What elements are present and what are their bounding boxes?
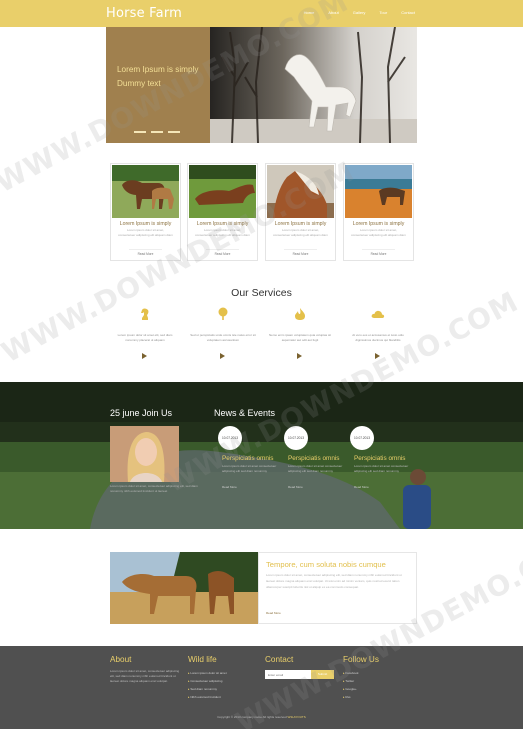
hero-slider: Lorem Ipsum is simply Dummy text (106, 27, 417, 143)
news-heading: News & Events (214, 408, 276, 418)
card-2: Lorem Ipsum is simply Lorem ipsum dolor … (187, 163, 258, 261)
nav-item-about[interactable]: About (328, 10, 338, 15)
card-title[interactable]: Lorem Ipsum is simply (188, 221, 257, 227)
event-date-badge: 10.07.2013 (284, 426, 308, 450)
card-image-horse-lake (345, 165, 412, 218)
card-read-more[interactable]: Read More (129, 249, 162, 257)
social-link[interactable]: Google+ (343, 685, 359, 693)
footer-link[interactable]: Lorem ipsum dolor sit amet (188, 669, 226, 677)
nav-item-contact[interactable]: Contact (401, 10, 415, 15)
main-nav: Home About Gallery Tour Contact (304, 10, 415, 15)
slider-pagination (134, 131, 180, 133)
card-text: Lorem ipsum dolor sit amet, consectetuer… (118, 228, 173, 237)
footer-wild-list: Lorem ipsum dolor sit amet Consectetuer … (188, 669, 227, 701)
tree-icon (218, 307, 228, 320)
fire-icon (295, 308, 305, 320)
footer-about-text: Lorem ipsum dolor sit amet, consectetuer… (110, 669, 180, 683)
card-read-more[interactable]: Read More (362, 249, 395, 257)
social-link[interactable]: Facebook (343, 669, 358, 677)
social-link[interactable]: Rss (343, 693, 359, 701)
nav-item-gallery[interactable]: Gallery (353, 10, 366, 15)
footer-link[interactable]: Consectetuer adipiscing (188, 677, 227, 685)
event-date-badge: 10.07.2013 (350, 426, 374, 450)
card-read-more[interactable]: Read More (206, 249, 239, 257)
card-text: Lorem ipsum dolor sit amet, consectetuer… (195, 228, 250, 237)
slider-dot[interactable] (134, 131, 146, 133)
card-3: Lorem Ipsum is simply Lorem ipsum dolor … (265, 163, 336, 261)
footer-link[interactable]: Nibh euismod tincidunt (188, 693, 227, 701)
newsletter-submit-button[interactable]: Submit (311, 670, 334, 679)
card-1: Lorem Ipsum is simply Lorem ipsum dolor … (110, 163, 181, 261)
cloud-icon (371, 310, 385, 318)
top-header (0, 0, 523, 27)
event-read-more[interactable]: Read More (222, 485, 237, 489)
card-text: Lorem ipsum dolor sit amet, consectetuer… (351, 228, 406, 237)
slider-dot[interactable] (151, 131, 163, 133)
play-arrow-icon[interactable] (297, 353, 302, 359)
card-title[interactable]: Lorem Ipsum is simply (111, 221, 180, 227)
footer-link[interactable]: Sed diam nonummy (188, 685, 227, 693)
horse-chess-icon (141, 308, 149, 320)
event-text: Lorem ipsum dolor sit amet consectetuer … (354, 464, 409, 473)
event-read-more[interactable]: Read More (288, 485, 303, 489)
about-image-horses (110, 552, 258, 624)
nav-item-home[interactable]: Home (304, 10, 315, 15)
service-text: At vero eos et accusamus et iusto odio d… (352, 333, 404, 342)
footer-contact-title: Contact (265, 655, 294, 664)
nav-item-tour[interactable]: Tour (379, 10, 387, 15)
newsletter-email-input[interactable] (265, 670, 311, 679)
card-title[interactable]: Lorem Ipsum is simply (344, 221, 413, 227)
hero-image (210, 27, 417, 143)
hero-caption-box: Lorem Ipsum is simply Dummy text (106, 27, 210, 143)
event-title[interactable]: Perspiciatis omnis (354, 455, 424, 462)
social-link[interactable]: Twitter (343, 677, 359, 685)
event-text: Lorem ipsum dolor sit amet consectetuer … (222, 464, 277, 473)
card-read-more[interactable]: Read More (284, 249, 317, 257)
hero-caption: Lorem Ipsum is simply Dummy text (117, 65, 199, 88)
join-heading: 25 june Join Us (110, 408, 173, 418)
service-text: Sed ut perspiciatis unde omnis iste natu… (190, 333, 256, 342)
site-logo[interactable]: Horse Farm (106, 6, 182, 21)
event-date-badge: 10.07.2013 (218, 426, 242, 450)
card-image-horses-pasture (112, 165, 179, 218)
card-image-horse-lying (189, 165, 256, 218)
event-text: Lorem ipsum dolor sit amet consectetuer … (288, 464, 343, 473)
copyright-text: Copyright © 2013 company name All rights… (217, 715, 287, 719)
card-image-horse-head (267, 165, 334, 218)
play-arrow-icon[interactable] (375, 353, 380, 359)
play-arrow-icon[interactable] (142, 353, 147, 359)
card-title[interactable]: Lorem Ipsum is simply (266, 221, 335, 227)
card-text: Lorem ipsum dolor sit amet, consectetuer… (273, 228, 328, 237)
event-title[interactable]: Perspiciatis omnis (288, 455, 358, 462)
event-title[interactable]: Perspiciatis omnis (222, 455, 292, 462)
about-text: Lorem ipsum dolor sit amet, consectetuer… (266, 573, 402, 589)
about-heading: Tempore, cum soluta nobis cumque (266, 560, 386, 569)
about-read-more[interactable]: Read More (266, 611, 281, 615)
footer-follow-title: Follow Us (343, 655, 379, 664)
play-arrow-icon[interactable] (220, 353, 225, 359)
footer-wild-title: Wild life (188, 655, 217, 664)
event-read-more[interactable]: Read More (354, 485, 369, 489)
service-text: Nemo enim ipsam voluptatem quia voluptas… (268, 333, 332, 342)
card-4: Lorem Ipsum is simply Lorem ipsum dolor … (343, 163, 414, 261)
service-text: Lorem ipsum dolor sit amet elit, sed dia… (117, 333, 173, 342)
copyright-brand-link[interactable]: W3LAYOUTS (287, 715, 305, 719)
footer-follow-list: Facebook Twitter Google+ Rss (343, 669, 359, 701)
services-heading: Our Services (231, 287, 292, 299)
join-text: Lorem ipsum dolor sit amet, consectetuer… (110, 484, 198, 493)
join-photo-woman (110, 426, 179, 482)
slider-dot[interactable] (168, 131, 180, 133)
footer-about-title: About (110, 655, 132, 664)
copyright: Copyright © 2013 company name All rights… (0, 715, 523, 719)
